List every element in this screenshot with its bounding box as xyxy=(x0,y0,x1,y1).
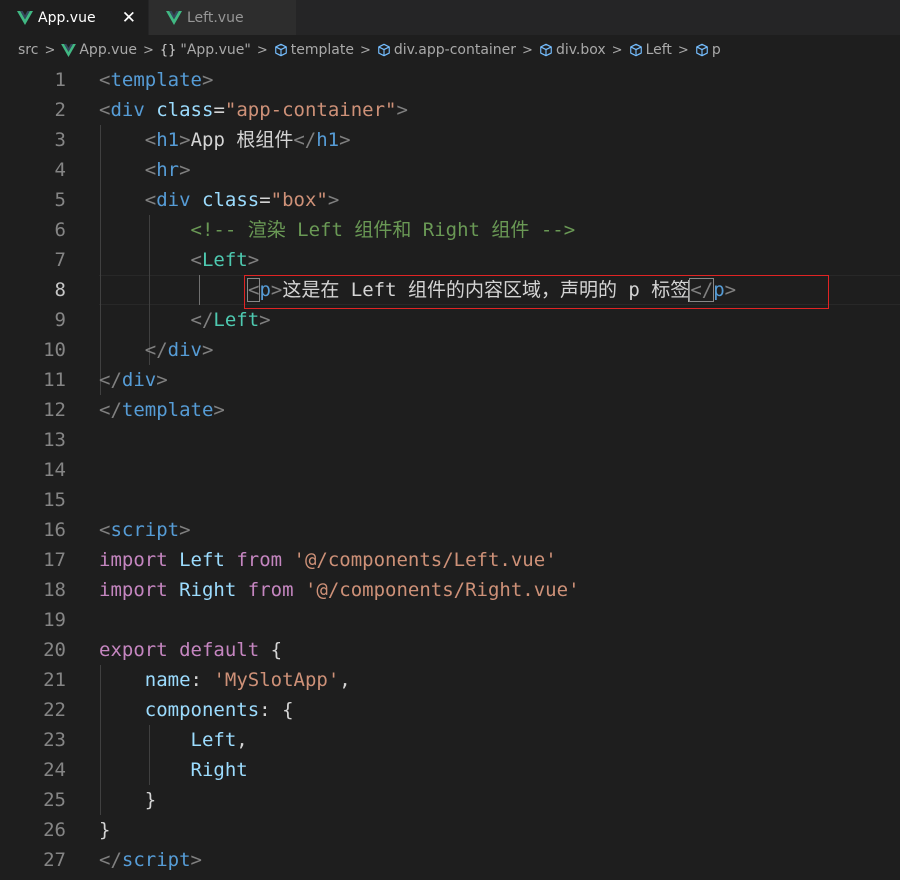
code-line-2: <div class="app-container"> xyxy=(99,99,408,121)
chevron-right-icon: > xyxy=(44,42,56,58)
chevron-right-icon: > xyxy=(522,42,533,58)
breadcrumb-item-left[interactable]: Left xyxy=(629,42,672,58)
code-line-21: name: 'MySlotApp', xyxy=(144,669,351,691)
line-number: 19 xyxy=(43,609,66,631)
vue-logo-icon xyxy=(17,10,33,25)
breadcrumb-item-src[interactable]: src xyxy=(18,42,38,58)
code-line-18: import Right from '@/components/Right.vu… xyxy=(99,579,580,601)
breadcrumb-item-object[interactable]: {} "App.vue" xyxy=(160,42,251,58)
close-icon[interactable]: ✕ xyxy=(122,8,136,28)
cube-symbol-icon xyxy=(274,43,287,57)
code-line-1: <template> xyxy=(99,69,214,91)
chevron-right-icon: > xyxy=(359,42,371,58)
code-line-9: </Left> xyxy=(190,309,271,331)
code-line-7: <Left> xyxy=(190,249,260,271)
code-line-11: </div> xyxy=(99,369,168,391)
breadcrumb-item-file[interactable]: App.vue xyxy=(61,42,137,58)
vue-logo-icon xyxy=(61,43,77,57)
code-line-6: <!-- 渲染 Left 组件和 Right 组件 --> xyxy=(190,219,576,241)
cube-symbol-icon xyxy=(540,43,552,57)
chevron-right-icon: > xyxy=(256,42,268,58)
breadcrumb-item-app-container[interactable]: div.app-container xyxy=(377,42,516,58)
tab-label: App.vue xyxy=(38,9,96,26)
vue-logo-icon xyxy=(166,10,182,25)
code-line-12: </template> xyxy=(99,399,225,421)
cube-symbol-icon xyxy=(378,43,390,57)
code-line-22: components: { xyxy=(144,699,294,721)
line-number: 15 xyxy=(43,489,66,511)
code-line-23: Left, xyxy=(190,729,248,751)
code-line-3: <h1>App 根组件</h1> xyxy=(144,129,351,151)
tab-label: Left.vue xyxy=(187,9,244,26)
code-editor[interactable]: 1 2 3 4 5 6 7 8 9 10 11 12 13 14 15 16 1… xyxy=(0,65,900,880)
tab-left-vue[interactable]: Left.vue xyxy=(148,0,296,35)
code-line-10: </div> xyxy=(144,339,214,361)
line-number: 14 xyxy=(43,459,66,481)
breadcrumb-item-p[interactable]: p xyxy=(695,42,721,58)
code-line-24: Right xyxy=(190,759,248,781)
code-line-25: } xyxy=(144,789,157,811)
code-line-17: import Left from '@/components/Left.vue' xyxy=(99,549,557,571)
chevron-right-icon: > xyxy=(677,42,689,58)
braces-icon: {} xyxy=(159,42,177,58)
cube-symbol-icon xyxy=(696,43,708,57)
tab-bar: App.vue ✕ Left.vue xyxy=(0,0,900,35)
code-line-5: <div class="box"> xyxy=(144,189,340,211)
breadcrumb-item-box[interactable]: div.box xyxy=(539,42,606,58)
cube-symbol-icon xyxy=(629,43,642,57)
code-line-4: <hr> xyxy=(144,159,191,181)
breadcrumb-item-template[interactable]: template xyxy=(274,42,354,58)
line-number: 13 xyxy=(43,429,66,451)
code-line-26: } xyxy=(99,819,111,841)
code-line-16: <script> xyxy=(99,519,191,541)
code-line-27: </script> xyxy=(99,849,202,871)
breadcrumb: src > App.vue > {} "App.vue" > template … xyxy=(0,35,900,65)
chevron-right-icon: > xyxy=(142,42,154,58)
chevron-right-icon: > xyxy=(611,42,623,58)
annotation-highlight-box xyxy=(244,275,829,309)
code-line-20: export default { xyxy=(99,639,283,661)
tab-app-vue[interactable]: App.vue ✕ xyxy=(0,0,148,35)
